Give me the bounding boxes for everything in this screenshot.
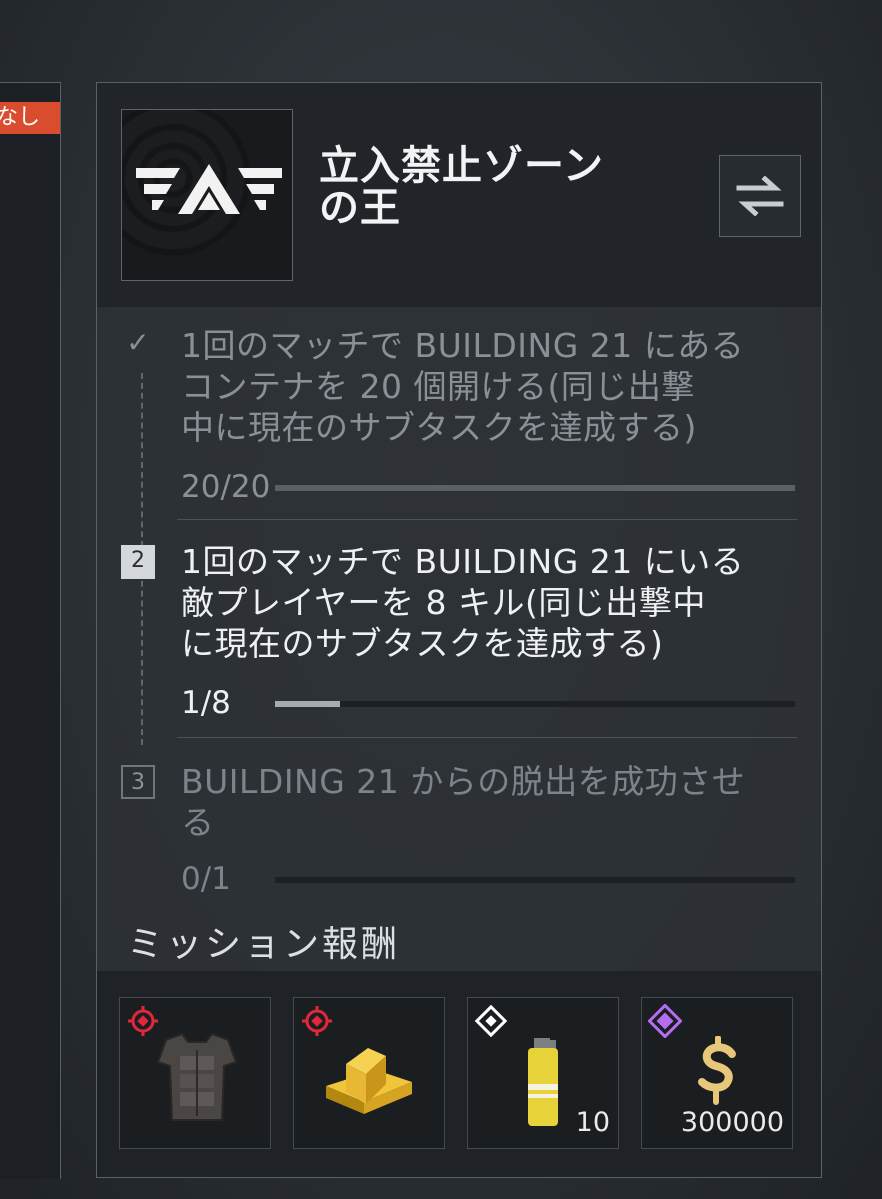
checkmark-icon: ✓ (126, 326, 150, 359)
progress-bar (275, 701, 795, 707)
rarity-white-icon (474, 1004, 508, 1038)
mission-title-line1: 立入禁止ゾーン (319, 143, 604, 189)
subtask-description: 1回のマッチで BUILDING 21 にある コンテナを 20 個開ける(同じ… (181, 325, 771, 448)
subtask-text-line: 中に現在のサブタスクを達成する) (181, 408, 697, 447)
divider (177, 737, 797, 738)
subtask-text-line: BUILDING 21 からの脱出を成功させ (181, 762, 746, 801)
progress-bar-fill (275, 485, 795, 491)
swap-arrows-icon (736, 176, 784, 216)
status-tag: なし (0, 102, 60, 134)
mission-title-line2: の王 (319, 185, 401, 231)
mission-emblem-icon (121, 109, 293, 281)
step-number-badge: 3 (121, 765, 155, 799)
reward-slot-armor[interactable] (119, 997, 271, 1149)
subtask-text-line: に現在のサブタスクを達成する) (181, 624, 664, 663)
mission-header: 立入禁止ゾーン の王 (97, 83, 821, 307)
divider (177, 519, 797, 520)
reward-slot-gold[interactable] (293, 997, 445, 1149)
rewards-row: 10 300000 (97, 971, 821, 1177)
progress-bar-fill (275, 701, 340, 707)
subtask-text-line: る (181, 803, 215, 842)
subtask-text-line: 1回のマッチで BUILDING 21 にいる (181, 542, 745, 581)
subtask-description: BUILDING 21 からの脱出を成功させ る (181, 761, 771, 843)
reward-slot-smoke-grenade[interactable]: 10 (467, 997, 619, 1149)
switch-mission-button[interactable] (719, 155, 801, 237)
reward-quantity: 10 (575, 1107, 610, 1138)
rarity-purple-icon (648, 1004, 682, 1038)
subtask-text-line: 1回のマッチで BUILDING 21 にある (181, 326, 745, 365)
adjacent-mission-panel[interactable] (0, 82, 61, 1179)
progress-bar (275, 485, 795, 491)
progress-label: 20/20 (181, 469, 271, 505)
reward-slot-currency[interactable]: 300000 (641, 997, 793, 1149)
progress-label: 0/1 (181, 861, 231, 897)
reward-quantity: 300000 (680, 1107, 784, 1138)
subtask-description: 1回のマッチで BUILDING 21 にいる 敵プレイヤーを 8 キル(同じ出… (181, 541, 771, 664)
smoke-grenade-icon (528, 1038, 558, 1126)
gold-bars-icon (326, 1048, 412, 1114)
mission-panel: 立入禁止ゾーン の王 ✓ 1回のマッチで BUILDING 21 にある コンテ… (96, 82, 822, 1178)
currency-icon (698, 1036, 736, 1105)
subtask-text-line: 敵プレイヤーを 8 キル(同じ出撃中 (181, 583, 706, 622)
rarity-red-icon (302, 1006, 332, 1036)
armor-vest-icon (156, 1032, 238, 1121)
progress-label: 1/8 (181, 685, 231, 721)
step-number-badge: 2 (121, 545, 155, 579)
progress-bar (275, 877, 795, 883)
rewards-heading: ミッション報酬 (127, 924, 401, 965)
mission-title: 立入禁止ゾーン の王 (319, 145, 679, 229)
subtask-text-line: コンテナを 20 個開ける(同じ出撃 (181, 367, 695, 406)
